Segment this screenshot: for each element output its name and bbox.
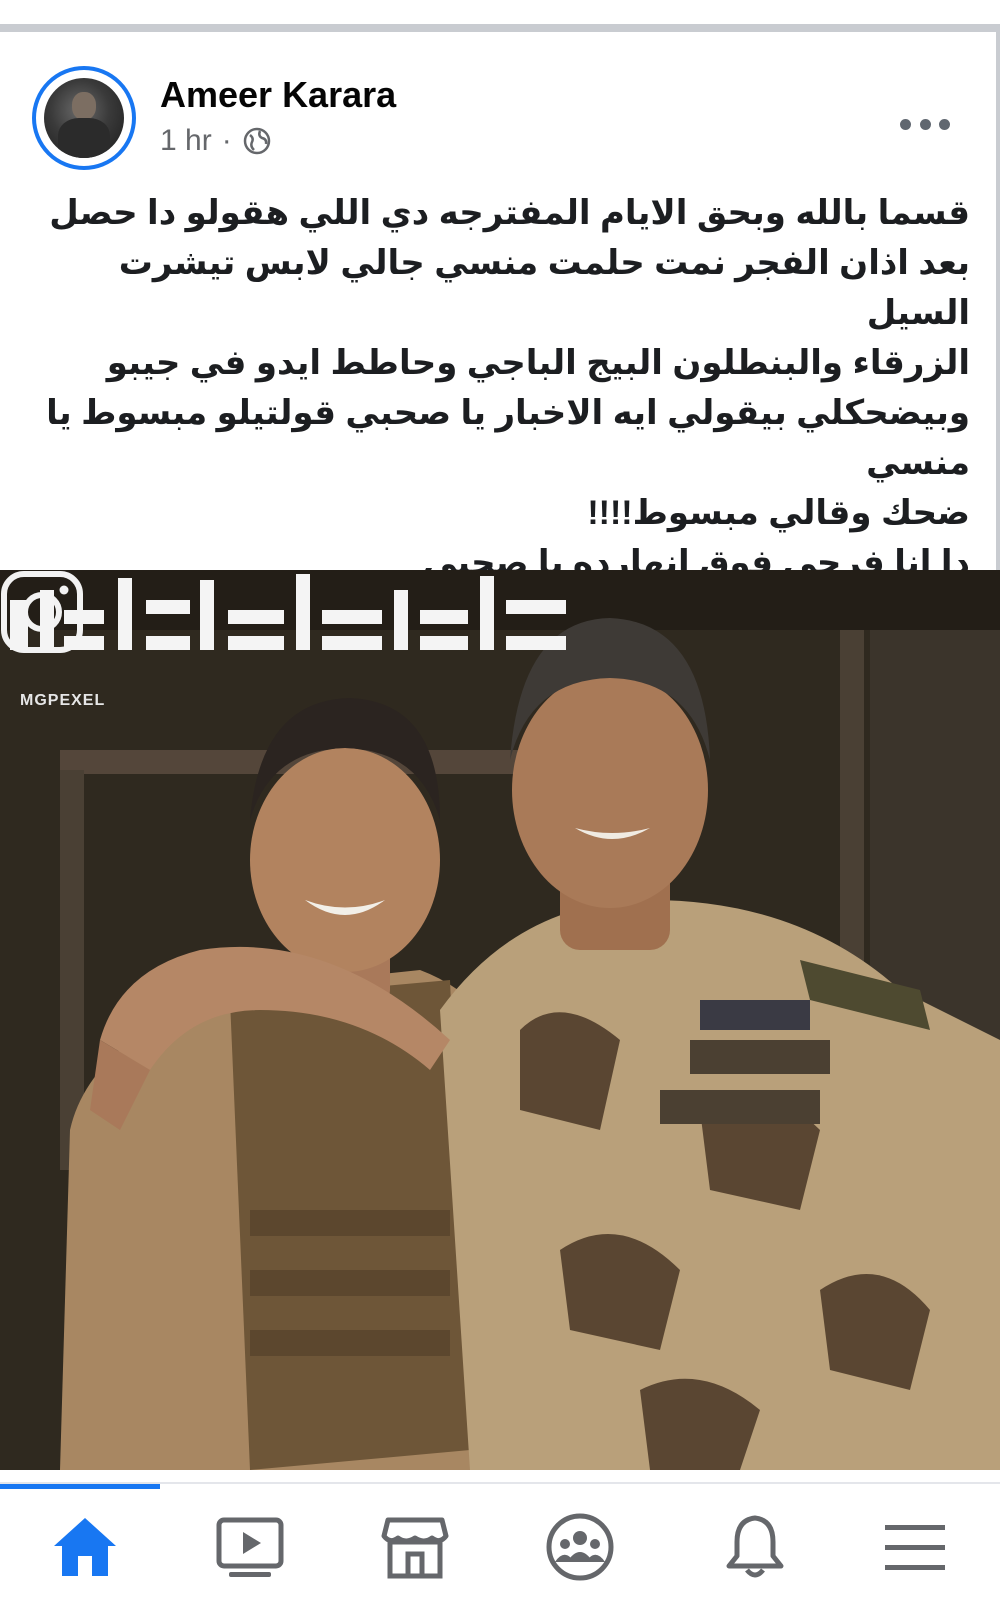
post-text-line: وبيضحكلي بيقولي ايه الاخبار يا صحبي قولت… bbox=[46, 394, 970, 432]
bell-icon bbox=[726, 1515, 784, 1578]
post-text-line: قسما بالله وبحق الايام المفترجه دي اللي … bbox=[49, 194, 970, 232]
post-meta: 1 hr · bbox=[160, 124, 272, 158]
more-options-icon[interactable] bbox=[900, 114, 950, 134]
nav-home[interactable] bbox=[40, 1502, 130, 1592]
photo-illustration bbox=[0, 570, 1000, 1470]
nav-menu[interactable] bbox=[870, 1502, 960, 1592]
feed-divider bbox=[0, 24, 1000, 32]
meta-separator: · bbox=[221, 124, 232, 157]
nav-video[interactable] bbox=[205, 1502, 295, 1592]
globe-icon bbox=[243, 127, 270, 155]
author-name[interactable]: Ameer Karara bbox=[160, 74, 396, 116]
post-text-line: ضحك وقالي مبسوط!!!! bbox=[587, 494, 970, 532]
post-header: Ameer Karara 1 hr · bbox=[0, 32, 1000, 182]
title-artwork bbox=[10, 574, 566, 650]
video-icon bbox=[216, 1517, 284, 1577]
avatar-image bbox=[44, 78, 124, 158]
bottom-nav bbox=[0, 1482, 1000, 1610]
post-text-line: الزرقاء والبنطلون البيج الباجي وحاطط ايد… bbox=[106, 344, 970, 382]
post-text: قسما بالله وبحق الايام المفترجه دي اللي … bbox=[30, 188, 970, 588]
nav-notifications[interactable] bbox=[710, 1502, 800, 1592]
nav-groups[interactable] bbox=[535, 1502, 625, 1592]
post-text-line: بعد اذان الفجر نمت حلمت منسي جالي لابس ت… bbox=[118, 244, 970, 332]
post-photo[interactable]: MGPEXEL bbox=[0, 570, 1000, 1470]
watermark-label: MGPEXEL bbox=[20, 692, 106, 709]
post-time[interactable]: 1 hr bbox=[160, 124, 212, 158]
active-tab-indicator bbox=[0, 1484, 160, 1489]
home-icon bbox=[54, 1518, 116, 1576]
menu-icon bbox=[885, 1525, 945, 1570]
nav-marketplace[interactable] bbox=[370, 1502, 460, 1592]
post-text-line: منسي bbox=[866, 444, 970, 482]
groups-icon bbox=[546, 1513, 614, 1581]
avatar[interactable] bbox=[32, 66, 136, 170]
marketplace-icon bbox=[381, 1517, 449, 1579]
